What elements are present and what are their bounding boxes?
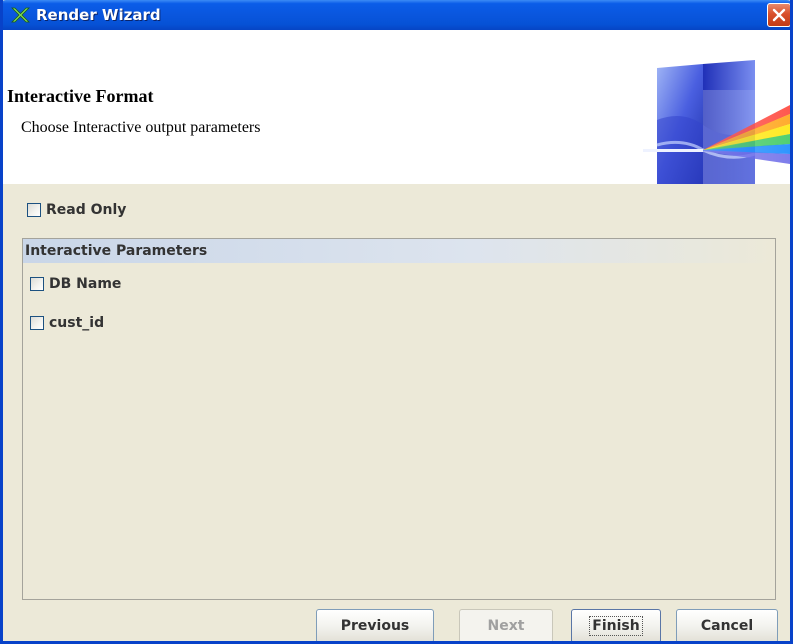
interactive-parameters-panel: Interactive Parameters [22, 238, 776, 600]
render-wizard-icon [11, 7, 30, 23]
next-button[interactable]: Next [459, 609, 553, 641]
db-name-label[interactable]: DB Name [49, 276, 121, 292]
wizard-header: Interactive Format Choose Interactive ou… [3, 30, 790, 184]
next-button-label: Next [487, 618, 525, 634]
close-button[interactable] [767, 3, 790, 27]
db-name-checkbox[interactable] [30, 277, 44, 291]
render-wizard-window: Render Wizard Interactive Format Choose … [0, 0, 793, 644]
read-only-label[interactable]: Read Only [46, 202, 126, 218]
prism-icon [643, 60, 790, 184]
page-title: Interactive Format [7, 86, 154, 106]
previous-button[interactable]: Previous [316, 609, 434, 641]
finish-button[interactable]: Finish [571, 609, 661, 641]
title-bar[interactable]: Render Wizard [3, 0, 790, 30]
read-only-checkbox[interactable] [27, 203, 41, 217]
interactive-parameters-header: Interactive Parameters [23, 239, 775, 263]
close-icon [772, 8, 786, 22]
previous-button-label: Previous [340, 618, 410, 634]
cust-id-label[interactable]: cust_id [49, 315, 104, 331]
interactive-parameters-title: Interactive Parameters [25, 243, 208, 259]
finish-button-label: Finish [589, 616, 643, 636]
window-title: Render Wizard [36, 6, 161, 24]
cancel-button-label: Cancel [700, 618, 754, 634]
page-subtitle: Choose Interactive output parameters [21, 119, 261, 136]
cust-id-checkbox[interactable] [30, 316, 44, 330]
cancel-button[interactable]: Cancel [676, 609, 778, 641]
